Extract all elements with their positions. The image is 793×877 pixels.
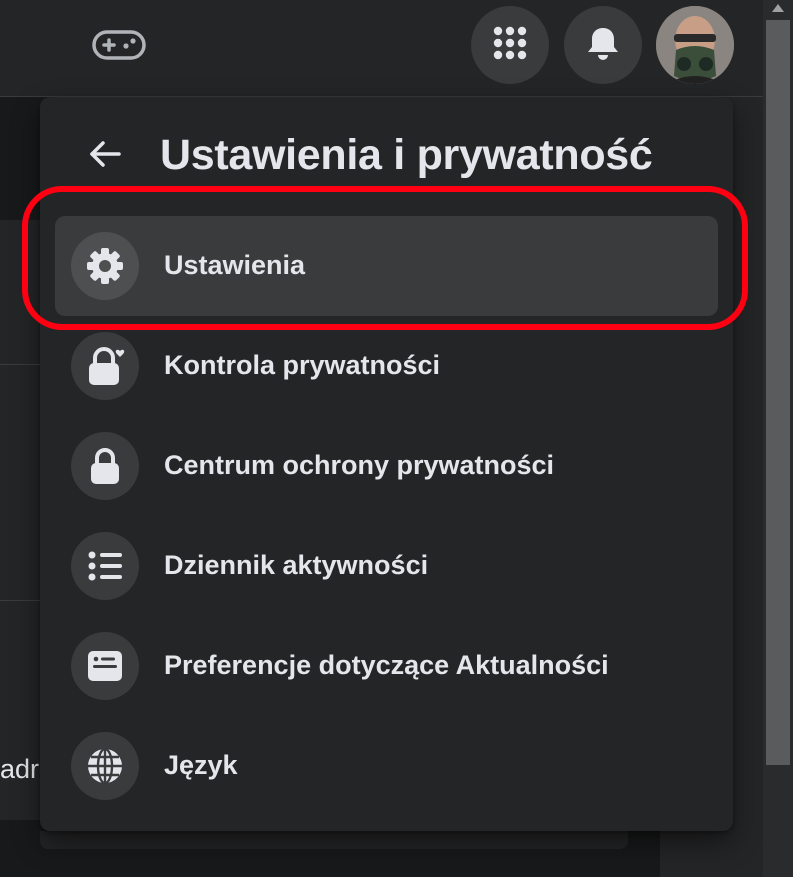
settings-privacy-dropdown: Ustawienia i prywatność Ustawienia Kontr… bbox=[40, 97, 733, 831]
menu-item-label: Język bbox=[164, 750, 238, 780]
notifications-button[interactable] bbox=[564, 6, 642, 84]
lock-icon bbox=[71, 432, 139, 500]
menu-item-label: Dziennik aktywności bbox=[164, 550, 429, 580]
arrow-left-icon bbox=[88, 139, 122, 174]
globe-icon bbox=[71, 732, 139, 800]
menu-item-label: Ustawienia bbox=[164, 250, 306, 280]
background-card bbox=[40, 831, 628, 849]
menu-item-label: Preferencje dotyczące Aktualności bbox=[164, 650, 609, 680]
gear-icon bbox=[71, 232, 139, 300]
menu-item-privacy-center[interactable]: Centrum ochrony prywatności bbox=[55, 416, 718, 516]
menu-item-activity-log[interactable]: Dziennik aktywności bbox=[55, 516, 718, 616]
background-divider bbox=[0, 600, 40, 601]
top-navigation-bar bbox=[0, 0, 763, 97]
scrollbar-thumb[interactable] bbox=[766, 20, 790, 765]
background-card bbox=[0, 220, 40, 820]
gamepad-icon[interactable] bbox=[88, 26, 150, 64]
menu-item-label: Centrum ochrony prywatności bbox=[164, 450, 555, 480]
bell-icon bbox=[586, 25, 620, 66]
grid-menu-icon bbox=[492, 25, 528, 66]
scroll-up-icon[interactable] bbox=[772, 4, 784, 12]
feed-icon bbox=[71, 632, 139, 700]
menu-item-privacy-checkup[interactable]: Kontrola prywatności bbox=[55, 316, 718, 416]
lock-heart-icon bbox=[71, 332, 139, 400]
background-divider bbox=[0, 364, 40, 365]
background-cut-text: adr bbox=[0, 754, 40, 784]
menu-item-label: Kontrola prywatności bbox=[164, 350, 441, 380]
back-button[interactable] bbox=[80, 131, 130, 181]
dropdown-title: Ustawienia i prywatność bbox=[160, 131, 653, 179]
menu-item-settings[interactable]: Ustawienia bbox=[55, 216, 718, 316]
list-icon bbox=[71, 532, 139, 600]
menu-item-feed-preferences[interactable]: Preferencje dotyczące Aktualności bbox=[55, 616, 718, 716]
menu-item-language[interactable]: Język bbox=[55, 716, 718, 816]
menu-button[interactable] bbox=[471, 6, 549, 84]
avatar[interactable] bbox=[656, 6, 734, 84]
scrollbar[interactable] bbox=[763, 0, 793, 877]
